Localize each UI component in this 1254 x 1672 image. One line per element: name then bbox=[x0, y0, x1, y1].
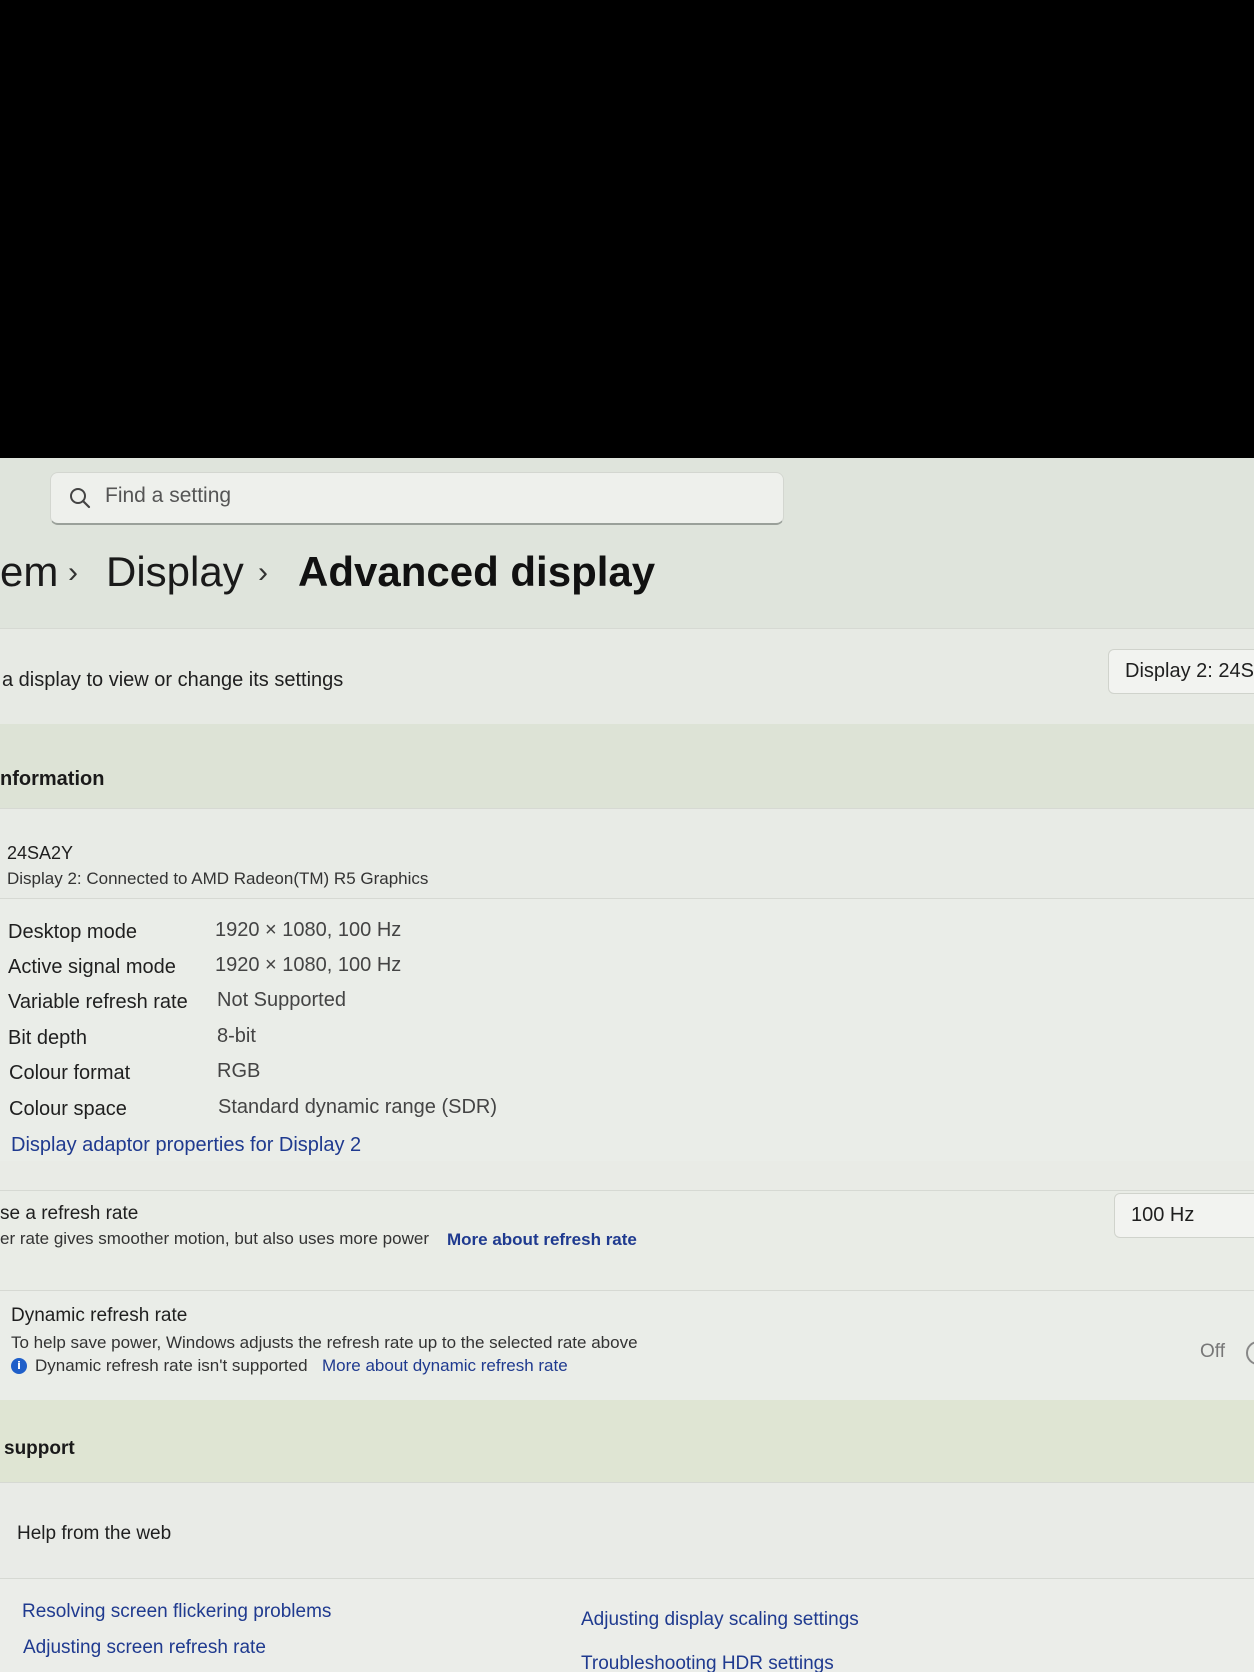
info-label: Bit depth bbox=[8, 1027, 87, 1049]
monitor-connection: Display 2: Connected to AMD Radeon(TM) R… bbox=[7, 869, 429, 888]
breadcrumb-item-display[interactable]: Display bbox=[106, 548, 244, 596]
info-value: Not Supported bbox=[217, 989, 346, 1011]
info-label: Desktop mode bbox=[8, 921, 137, 943]
chevron-right-icon: › bbox=[68, 556, 78, 589]
help-from-web-title: Help from the web bbox=[17, 1523, 172, 1544]
chevron-right-icon: › bbox=[258, 556, 268, 589]
support-link[interactable]: Adjusting display scaling settings bbox=[581, 1609, 859, 1631]
info-label: Colour space bbox=[9, 1098, 127, 1120]
refresh-rate-dropdown[interactable]: 100 Hz bbox=[1114, 1193, 1254, 1238]
refresh-rate-title: se a refresh rate bbox=[0, 1203, 139, 1224]
monitor-name: 24SA2Y bbox=[7, 843, 74, 863]
support-link[interactable]: Resolving screen flickering problems bbox=[22, 1601, 331, 1623]
support-links: Resolving screen flickering problems Adj… bbox=[0, 1578, 1254, 1672]
display-information-header[interactable]: nformation bbox=[0, 724, 1254, 808]
more-about-refresh-rate-link[interactable]: More about refresh rate bbox=[447, 1230, 637, 1250]
display-info-table: Desktop mode 1920 × 1080, 100 Hz Active … bbox=[0, 898, 1254, 1161]
support-link[interactable]: Adjusting screen refresh rate bbox=[23, 1637, 266, 1659]
info-label: Active signal mode bbox=[8, 956, 176, 978]
related-support-heading: support bbox=[4, 1438, 75, 1459]
info-label: Variable refresh rate bbox=[8, 991, 188, 1013]
dynamic-refresh-toggle[interactable] bbox=[1246, 1341, 1254, 1365]
info-value: 1920 × 1080, 100 Hz bbox=[215, 954, 402, 976]
info-value: 8-bit bbox=[217, 1025, 256, 1047]
search-placeholder: Find a setting bbox=[105, 484, 232, 507]
select-display-card: a display to view or change its settings… bbox=[0, 628, 1254, 725]
info-icon: i bbox=[11, 1358, 27, 1374]
monitor-card: 24SA2Y Display 2: Connected to AMD Radeo… bbox=[0, 808, 1254, 899]
display-adapter-properties-link[interactable]: Display adaptor properties for Display 2 bbox=[11, 1134, 361, 1157]
dynamic-refresh-title: Dynamic refresh rate bbox=[11, 1305, 188, 1326]
help-from-web-card[interactable]: Help from the web bbox=[0, 1482, 1254, 1579]
search-icon bbox=[70, 488, 91, 509]
breadcrumb-item-system[interactable]: em bbox=[0, 548, 58, 596]
display-selector-dropdown[interactable]: Display 2: 24S bbox=[1108, 649, 1254, 694]
display-information-heading: nformation bbox=[0, 768, 105, 790]
page-title: Advanced display bbox=[298, 548, 656, 595]
info-value: 1920 × 1080, 100 Hz bbox=[215, 919, 402, 941]
info-label: Colour format bbox=[9, 1062, 131, 1084]
refresh-rate-card: se a refresh rate er rate gives smoother… bbox=[0, 1190, 1254, 1291]
header-area: Find a setting em › Display › Advanced d… bbox=[0, 458, 1254, 628]
info-value: Standard dynamic range (SDR) bbox=[218, 1096, 498, 1118]
dynamic-refresh-note: Dynamic refresh rate isn't supported bbox=[35, 1356, 308, 1375]
settings-window: Find a setting em › Display › Advanced d… bbox=[0, 458, 1254, 1672]
info-value: RGB bbox=[217, 1060, 261, 1082]
dynamic-refresh-description: To help save power, Windows adjusts the … bbox=[11, 1333, 638, 1352]
more-about-dynamic-refresh-link[interactable]: More about dynamic refresh rate bbox=[322, 1356, 568, 1376]
search-box[interactable]: Find a setting bbox=[50, 472, 784, 525]
related-support-header[interactable]: support bbox=[0, 1400, 1254, 1482]
select-display-label: a display to view or change its settings bbox=[2, 669, 344, 691]
dynamic-refresh-toggle-state: Off bbox=[1200, 1341, 1225, 1362]
dynamic-refresh-card: Dynamic refresh rate To help save power,… bbox=[0, 1290, 1254, 1401]
refresh-rate-description: er rate gives smoother motion, but also … bbox=[0, 1229, 429, 1248]
support-link[interactable]: Troubleshooting HDR settings bbox=[581, 1653, 834, 1672]
